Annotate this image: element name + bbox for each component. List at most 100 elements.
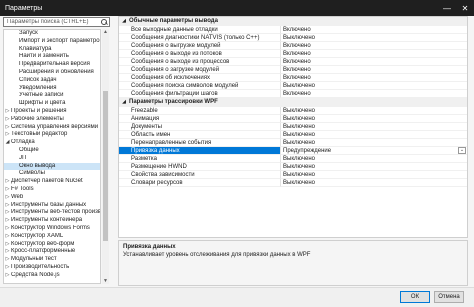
- tree-item[interactable]: ▷ Текстовый редактор: [4, 131, 100, 139]
- property-row[interactable]: Сообщения поиска символов модулей Выключе…: [119, 82, 467, 90]
- property-row[interactable]: Сообщения диагностики NATVIS (только C++…: [119, 34, 467, 42]
- expand-arrow-icon[interactable]: ▷: [4, 131, 11, 139]
- collapse-icon[interactable]: ◢: [119, 17, 129, 26]
- property-row[interactable]: Сообщения об исключениях Включено: [119, 74, 467, 82]
- tree-item[interactable]: ▷ Инструменты веб-тестов производ: [4, 209, 100, 217]
- tree-item[interactable]: ▷ Конструктор XAML: [4, 233, 100, 241]
- property-row[interactable]: Привязка данных Предупреждение ⌄: [119, 147, 467, 155]
- scrollbar-thumb[interactable]: [103, 91, 108, 241]
- tree-item[interactable]: Уведомления: [4, 85, 100, 93]
- collapse-icon[interactable]: ◢: [119, 98, 129, 107]
- expand-arrow-icon[interactable]: ▷: [4, 186, 11, 194]
- expand-arrow-icon[interactable]: ▷: [4, 256, 11, 264]
- property-value[interactable]: Включено: [281, 58, 467, 66]
- property-value[interactable]: Включено: [281, 90, 467, 98]
- tree-item[interactable]: ▷ Проекты и решения: [4, 108, 100, 116]
- expand-arrow-icon[interactable]: ◢: [4, 139, 11, 147]
- property-value[interactable]: Включено: [281, 42, 467, 50]
- property-row[interactable]: Freezable Выключено: [119, 107, 467, 115]
- property-row[interactable]: Анимация Выключено: [119, 115, 467, 123]
- property-value[interactable]: Предупреждение: [281, 147, 467, 155]
- search-icon[interactable]: [99, 18, 109, 26]
- dropdown-chevron-icon[interactable]: ⌄: [458, 147, 466, 154]
- property-value[interactable]: Включено: [281, 26, 467, 34]
- tree-item[interactable]: ▷ Система управления версиями: [4, 124, 100, 132]
- tree-item[interactable]: Шрифты и цвета: [4, 100, 100, 108]
- tree-item[interactable]: Список задач: [4, 77, 100, 85]
- property-value[interactable]: Выключено: [281, 163, 467, 171]
- property-row[interactable]: Размещение HWND Выключено: [119, 163, 467, 171]
- property-row[interactable]: Сообщения о загрузке модулей Включено: [119, 66, 467, 74]
- tree-item[interactable]: ▷ Производительность: [4, 264, 100, 272]
- property-row[interactable]: Свойства зависимости Выключено: [119, 171, 467, 179]
- tree-item[interactable]: Символы: [4, 170, 100, 178]
- expand-arrow-icon[interactable]: ▷: [4, 124, 11, 132]
- tree-item[interactable]: Запуск: [4, 30, 100, 38]
- property-value[interactable]: Выключено: [281, 139, 467, 147]
- grid-category[interactable]: ◢ Обычные параметры вывода: [119, 17, 467, 26]
- tree-item[interactable]: ▷ Конструктор Windows Forms: [4, 225, 100, 233]
- property-row[interactable]: Разметка Выключено: [119, 155, 467, 163]
- tree-item[interactable]: Найти и заменить: [4, 53, 100, 61]
- minimize-button[interactable]: —: [438, 0, 456, 16]
- property-value[interactable]: Выключено: [281, 107, 467, 115]
- tree-item[interactable]: ▷ Web: [4, 194, 100, 202]
- scroll-up-icon[interactable]: ▲: [102, 29, 109, 35]
- tree-item[interactable]: Общие: [4, 147, 100, 155]
- property-row[interactable]: Документы Выключено: [119, 123, 467, 131]
- expand-arrow-icon[interactable]: ▷: [4, 108, 11, 116]
- expand-arrow-icon[interactable]: ▷: [4, 194, 11, 202]
- expand-arrow-icon[interactable]: ▷: [4, 225, 11, 233]
- property-row[interactable]: Сообщения о выходе из процессов Включено: [119, 58, 467, 66]
- property-value[interactable]: Выключено: [281, 34, 467, 42]
- tree-item[interactable]: ▷ Инструменты контейнера: [4, 217, 100, 225]
- tree-item[interactable]: Окно вывода: [4, 162, 100, 171]
- property-row[interactable]: Сообщения о выходе из потоков Включено: [119, 50, 467, 58]
- expand-arrow-icon[interactable]: ▷: [4, 217, 11, 225]
- tree-item[interactable]: Импорт и экспорт параметров: [4, 38, 100, 46]
- expand-arrow-icon[interactable]: ▷: [4, 264, 11, 272]
- tree-item[interactable]: Предварительная версия: [4, 61, 100, 69]
- tree-item[interactable]: ▷ F# Tools: [4, 186, 100, 194]
- property-value[interactable]: Выключено: [281, 171, 467, 179]
- expand-arrow-icon[interactable]: ▷: [4, 241, 11, 249]
- search-input[interactable]: Параметры поиска (CTRL+E): [4, 19, 99, 25]
- expand-arrow-icon[interactable]: ▷: [4, 233, 11, 241]
- expand-arrow-icon[interactable]: ▷: [4, 209, 11, 217]
- property-value[interactable]: Выключено: [281, 82, 467, 90]
- tree-item[interactable]: ▷ Диспетчер пакетов NuGet: [4, 178, 100, 186]
- scroll-down-icon[interactable]: ▼: [102, 278, 109, 284]
- tree-item[interactable]: Учетные записи: [4, 92, 100, 100]
- property-value[interactable]: Выключено: [281, 123, 467, 131]
- property-value[interactable]: Выключено: [281, 115, 467, 123]
- tree-item[interactable]: JIT: [4, 155, 100, 163]
- property-row[interactable]: Сообщения о выгрузке модулей Включено: [119, 42, 467, 50]
- expand-arrow-icon[interactable]: ▷: [4, 116, 11, 124]
- tree-item[interactable]: ▷ Кросс-платформенные: [4, 248, 100, 256]
- property-row[interactable]: Перенаправленные события Выключено: [119, 139, 467, 147]
- cancel-button[interactable]: Отмена: [434, 291, 464, 303]
- tree-item[interactable]: ▷ Инструменты базы данных: [4, 202, 100, 210]
- property-row[interactable]: Словари ресурсов Выключено: [119, 179, 467, 187]
- tree-item[interactable]: ▷ Средства Node.js: [4, 272, 100, 280]
- property-row[interactable]: Сообщения фильтрации шагов Включено: [119, 90, 467, 98]
- tree-item[interactable]: ▷ Рабочие элементы: [4, 116, 100, 124]
- expand-arrow-icon[interactable]: ▷: [4, 272, 11, 280]
- property-row[interactable]: Все выходные данные отладки Включено: [119, 26, 467, 34]
- property-value[interactable]: Выключено: [281, 179, 467, 187]
- grid-category[interactable]: ◢ Параметры трассировки WPF: [119, 98, 467, 107]
- property-row[interactable]: Область имен Выключено: [119, 131, 467, 139]
- tree-item[interactable]: Расширения и обновления: [4, 69, 100, 77]
- expand-arrow-icon[interactable]: ▷: [4, 202, 11, 210]
- tree-item[interactable]: ▷ Модульный тест: [4, 256, 100, 264]
- tree-item[interactable]: Клавиатура: [4, 46, 100, 54]
- close-button[interactable]: ✕: [456, 0, 474, 16]
- property-value[interactable]: Включено: [281, 66, 467, 74]
- property-value[interactable]: Включено: [281, 50, 467, 58]
- property-value[interactable]: Включено: [281, 74, 467, 82]
- tree-item[interactable]: ◢ Отладка: [4, 139, 100, 147]
- search-box[interactable]: Параметры поиска (CTRL+E): [3, 17, 110, 27]
- expand-arrow-icon[interactable]: ▷: [4, 178, 11, 186]
- tree-scrollbar[interactable]: ▲ ▼: [102, 29, 109, 284]
- expand-arrow-icon[interactable]: ▷: [4, 248, 11, 256]
